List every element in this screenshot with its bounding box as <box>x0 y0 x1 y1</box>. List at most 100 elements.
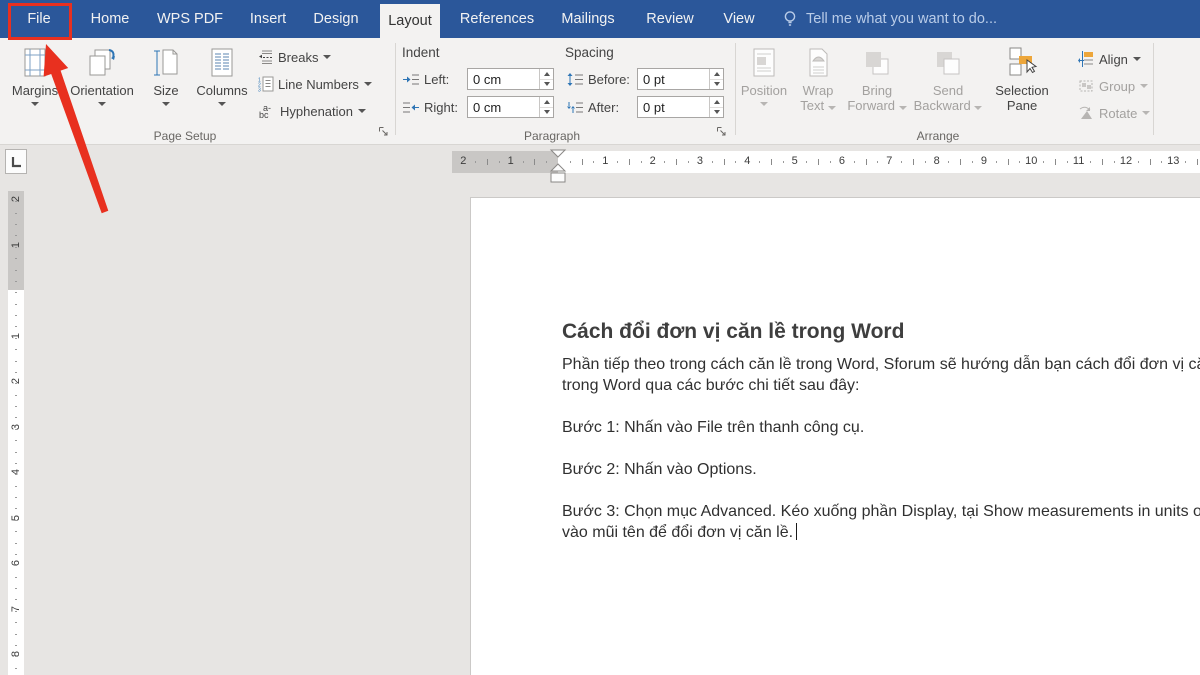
ruler-mark <box>1055 159 1056 165</box>
ruler-mark: 1 <box>508 155 514 167</box>
bring-forward-button[interactable]: Bring Forward <box>845 43 909 129</box>
spacing-after-icon <box>567 101 583 114</box>
indent-left-value: 0 cm <box>473 72 501 87</box>
ruler-mark <box>15 247 17 248</box>
position-button[interactable]: Position <box>737 43 791 129</box>
send-backward-button[interactable]: Send Backward <box>911 43 985 129</box>
chevron-down-icon <box>31 102 39 106</box>
margins-button[interactable]: Margins <box>6 43 64 129</box>
tab-wps-pdf[interactable]: WPS PDF <box>152 0 228 38</box>
ruler-mark <box>1161 161 1162 163</box>
ruler-mark <box>15 543 17 544</box>
indent-markers[interactable] <box>549 149 567 186</box>
ruler-mark <box>487 159 488 165</box>
spacing-before-field[interactable]: 0 pt <box>637 68 724 90</box>
hyphenation-button[interactable]: a-bc Hyphenation <box>258 100 366 122</box>
ruler-mark <box>866 159 867 165</box>
line-numbers-button[interactable]: 123 Line Numbers <box>258 73 372 95</box>
ruler-mark <box>15 326 17 327</box>
ruler-mark <box>664 161 665 163</box>
ruler-mark: 2 <box>650 155 656 167</box>
columns-button[interactable]: Columns <box>192 43 252 129</box>
ruler-mark <box>1138 161 1139 163</box>
spacing-after-label: After: <box>588 100 619 115</box>
ruler-mark <box>15 463 17 464</box>
tab-mailings[interactable]: Mailings <box>552 0 624 38</box>
align-label: Align <box>1099 52 1128 67</box>
ruler-mark: 4 <box>10 464 22 480</box>
tab-references[interactable]: References <box>458 0 536 38</box>
breaks-button[interactable]: Breaks <box>258 46 331 68</box>
chevron-down-icon <box>162 102 170 106</box>
selection-pane-icon <box>1006 43 1038 83</box>
wrap-text-button[interactable]: Wrap Text <box>791 43 845 129</box>
spacing-before-spinner[interactable] <box>709 69 723 89</box>
ruler-mark <box>830 161 831 163</box>
word-window: File Home WPS PDF Insert Design Layout R… <box>0 0 1200 675</box>
group-button[interactable]: Group <box>1078 75 1148 97</box>
indent-left-field[interactable]: 0 cm <box>467 68 554 90</box>
ruler-mark <box>15 599 17 600</box>
rotate-button[interactable]: Rotate <box>1078 102 1150 124</box>
size-button[interactable]: Size <box>142 43 190 129</box>
ruler-mark <box>641 161 642 163</box>
tab-home[interactable]: Home <box>86 0 134 38</box>
chevron-down-icon <box>974 106 982 110</box>
ruler-mark <box>15 201 17 202</box>
orientation-label: Orientation <box>70 83 134 98</box>
tab-review[interactable]: Review <box>642 0 698 38</box>
spacing-after-field[interactable]: 0 pt <box>637 96 724 118</box>
spacing-after-spinner[interactable] <box>709 97 723 117</box>
ruler-mark <box>546 161 547 163</box>
orientation-button[interactable]: Orientation <box>66 43 138 129</box>
ruler-mark: 7 <box>886 155 892 167</box>
tab-view[interactable]: View <box>716 0 762 38</box>
ruler-mark: 10 <box>1025 155 1037 167</box>
text-cursor <box>796 523 797 540</box>
tab-layout[interactable]: Layout <box>380 4 440 38</box>
spacing-after-value: 0 pt <box>643 100 665 115</box>
ruler-mark: 2 <box>460 155 466 167</box>
align-button[interactable]: Align <box>1078 48 1141 70</box>
document-text-line: trong Word qua các bước chi tiết sau đây… <box>562 375 1200 396</box>
svg-text:bc: bc <box>259 110 269 119</box>
ruler-mark <box>582 159 583 165</box>
tell-me-box[interactable]: Tell me what you want to do... <box>806 0 997 38</box>
indent-right-icon <box>403 101 419 114</box>
vertical-ruler[interactable]: 2112345678 <box>8 191 24 675</box>
ruler-mark <box>15 429 17 430</box>
chevron-down-icon <box>760 102 768 106</box>
ruler-mark <box>712 161 713 163</box>
ruler-mark <box>15 395 17 396</box>
paragraph-dialog-launcher[interactable] <box>716 126 727 137</box>
ruler-mark <box>475 161 476 163</box>
ruler-mark <box>15 520 17 521</box>
tab-stop-selector[interactable] <box>5 149 27 174</box>
document-workspace: 2112345678910111213 2112345678 Cách đổi … <box>0 145 1200 675</box>
ruler-mark <box>15 486 17 487</box>
indent-right-field[interactable]: 0 cm <box>467 96 554 118</box>
tab-design[interactable]: Design <box>308 0 364 38</box>
document-heading: Cách đổi đơn vị căn lề trong Word <box>562 319 1200 345</box>
document-page[interactable]: Cách đổi đơn vị căn lề trong Word Phần t… <box>470 197 1200 675</box>
page-setup-dialog-launcher[interactable] <box>378 126 389 137</box>
ruler-mark <box>593 161 594 163</box>
orientation-icon <box>85 43 119 83</box>
group-separator <box>1153 43 1154 135</box>
ruler-mark <box>783 161 784 163</box>
page-setup-group-label: Page Setup <box>110 129 260 143</box>
indent-left-spinner[interactable] <box>539 69 553 89</box>
ruler-mark: 8 <box>10 646 22 662</box>
selection-pane-button[interactable]: Selection Pane <box>987 43 1057 129</box>
ruler-mark <box>818 159 819 165</box>
indent-right-value: 0 cm <box>473 100 501 115</box>
ruler-mark <box>15 406 17 407</box>
ruler-mark <box>1019 161 1020 163</box>
tab-insert[interactable]: Insert <box>244 0 292 38</box>
ruler-mark <box>15 440 17 441</box>
group-label: Group <box>1099 79 1135 94</box>
wrap-text-icon <box>805 43 831 83</box>
left-indent-marker <box>551 173 565 182</box>
indent-right-spinner[interactable] <box>539 97 553 117</box>
ruler-mark <box>15 224 17 225</box>
